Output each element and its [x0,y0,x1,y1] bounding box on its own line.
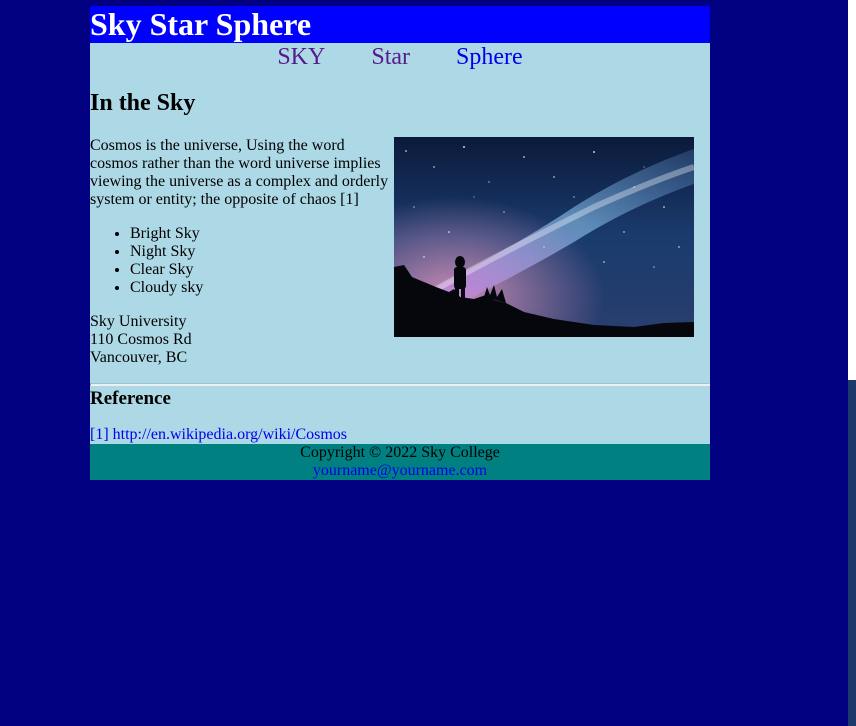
page-wrapper: Sky Star Sphere SKY Star Sphere In the S… [90,6,710,480]
address-block: Sky University 110 Cosmos Rd Vancouver, … [90,313,192,367]
scrollbar-track[interactable] [848,0,856,380]
list-item: Clear Sky [130,261,203,279]
site-header: Sky Star Sphere [90,6,710,43]
milky-way-image [394,137,694,337]
site-title: Sky Star Sphere [90,6,312,42]
reference-link[interactable]: [1] http://en.wikipedia.org/wiki/Cosmos [90,426,347,444]
list-item: Bright Sky [130,225,203,243]
intro-paragraph: Cosmos is the universe, Using the word c… [90,137,389,208]
nav-link-star[interactable]: Star [371,43,410,71]
footer-email-link[interactable]: yourname@yourname.com [313,462,487,479]
reference-url: http://en.wikipedia.org/wiki/Cosmos [112,426,348,443]
section-heading: In the Sky [90,90,196,116]
reference-section: Reference [1] http://en.wikipedia.org/wi… [90,386,710,444]
reference-heading: Reference [90,388,171,409]
list-item: Cloudy sky [130,279,203,297]
scrollbar-thumb[interactable] [848,380,856,726]
copyright-text: Copyright © 2022 Sky College [300,444,500,461]
address-line: Vancouver, BC [90,349,188,366]
site-footer: Copyright © 2022 Sky College yourname@yo… [90,444,710,480]
list-item: Night Sky [130,243,203,261]
nav-link-sky[interactable]: SKY [277,43,325,71]
nav-link-sphere[interactable]: Sphere [456,43,523,71]
sky-list: Bright Sky Night Sky Clear Sky Cloudy sk… [90,225,203,297]
main-content: In the Sky Cosmos is the universe, Using… [90,78,710,383]
main-nav: SKY Star Sphere [90,43,710,78]
address-line: 110 Cosmos Rd [90,331,192,348]
address-line: Sky University [90,313,187,330]
reference-marker: [1] [90,426,109,443]
